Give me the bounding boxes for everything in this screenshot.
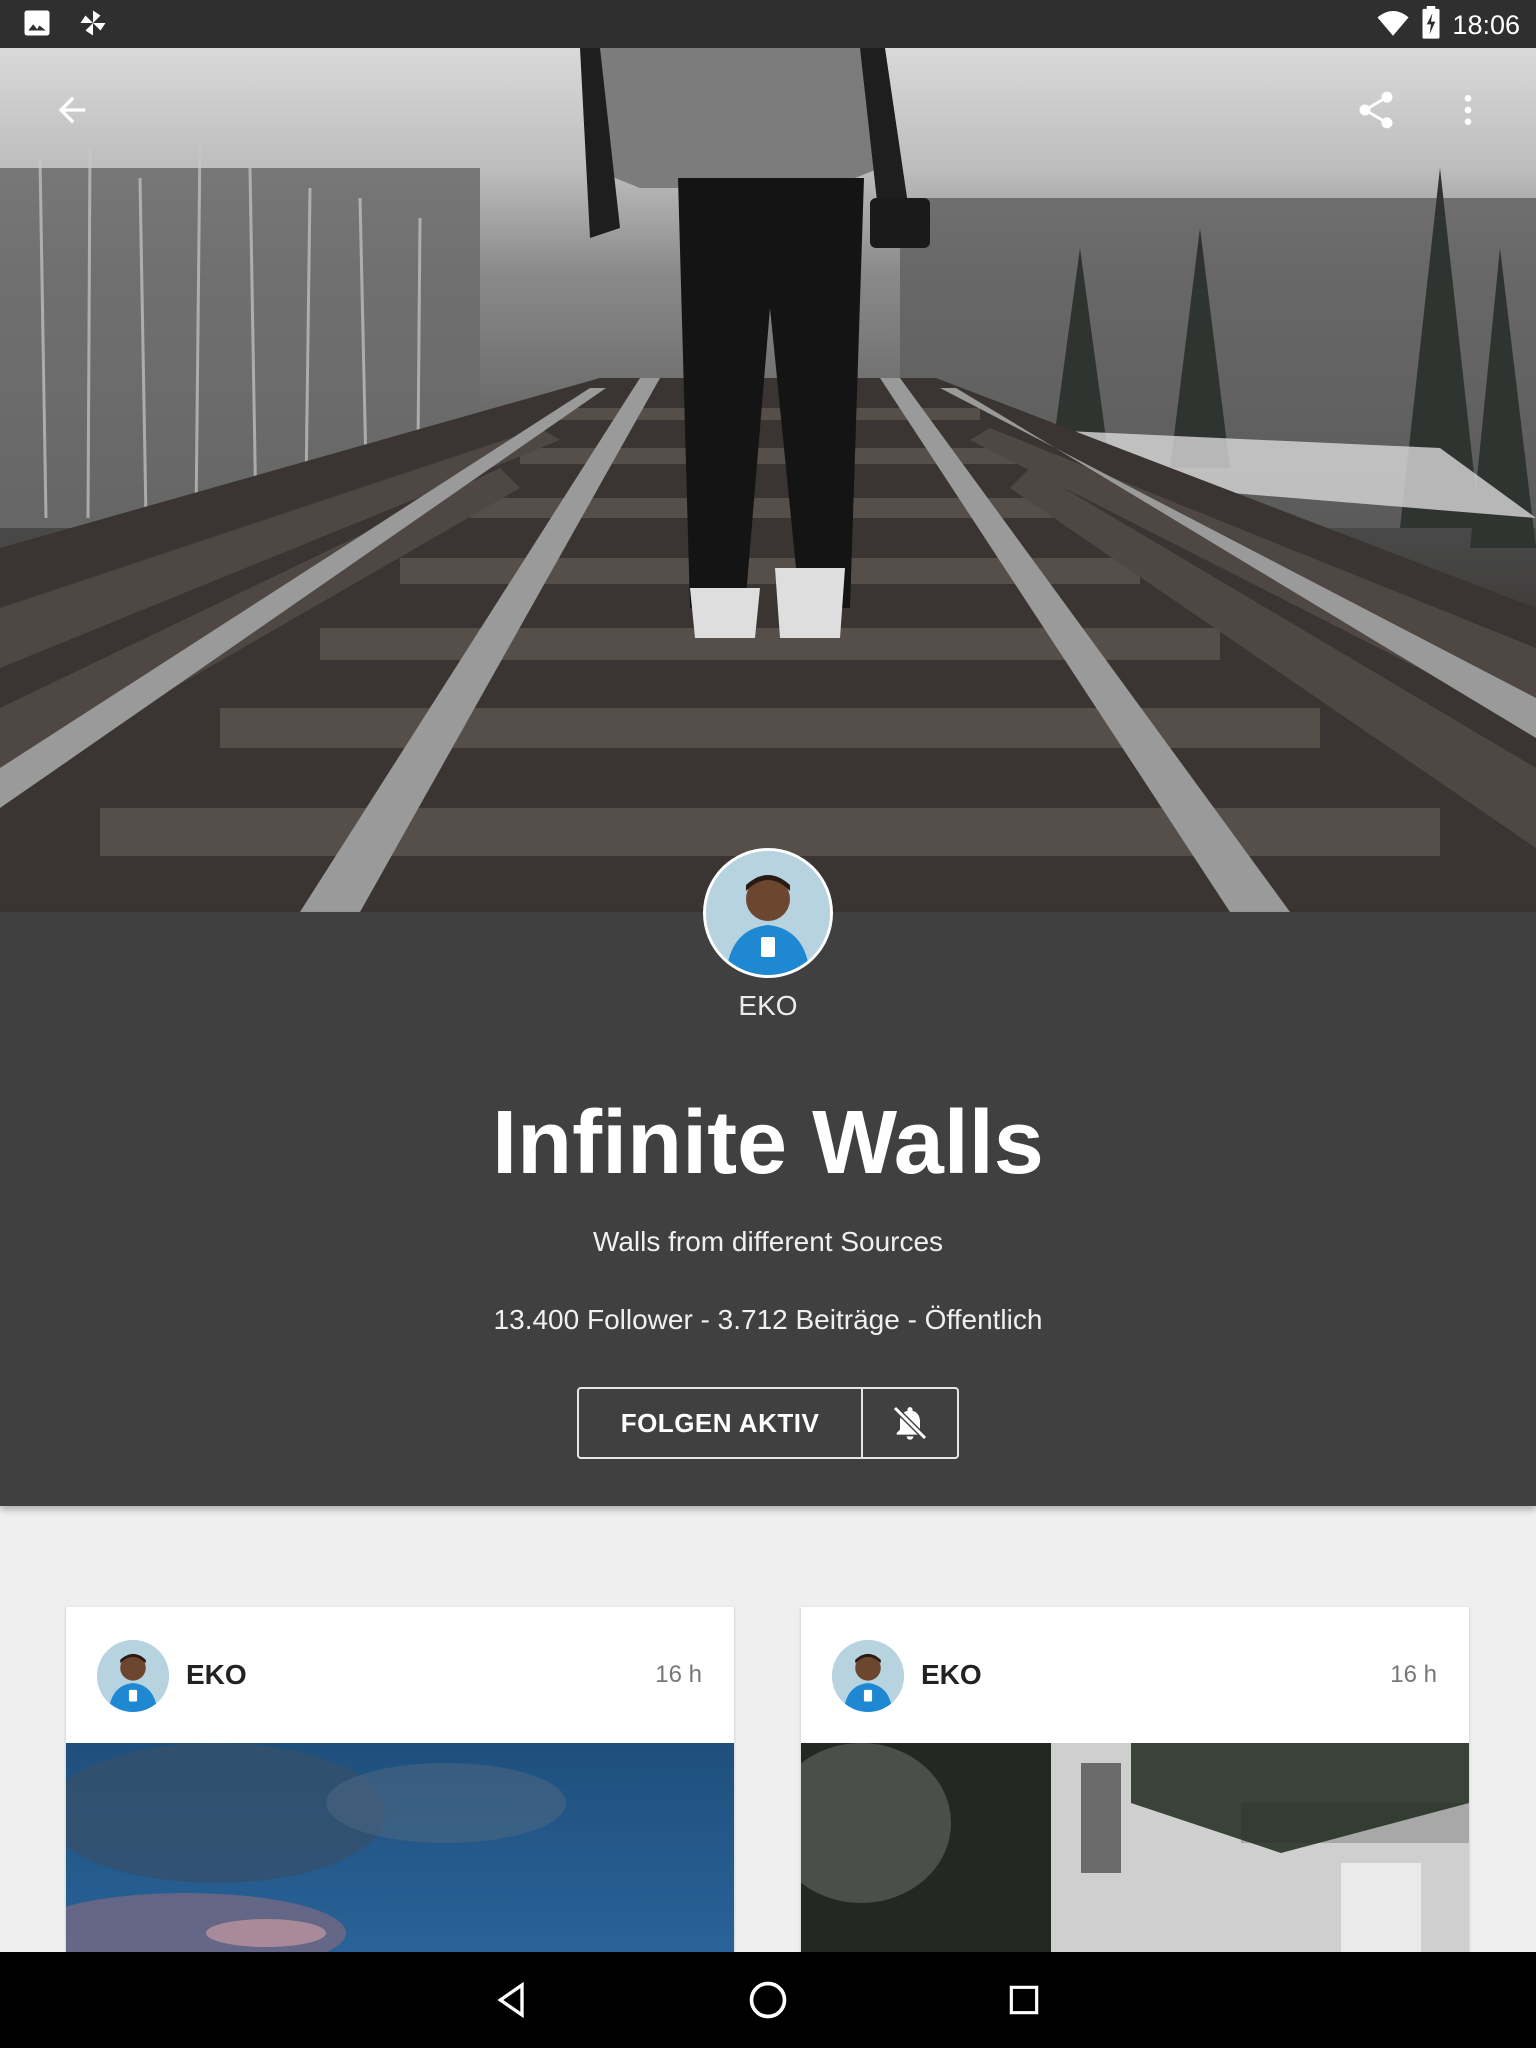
follow-button-group: FOLGEN AKTIV (577, 1387, 959, 1459)
cover-image (0, 48, 1536, 912)
screen: 18:06 EKO Infinite Walls Walls from diff… (0, 0, 1536, 2048)
navigation-bar (0, 1952, 1536, 2048)
avatar[interactable] (97, 1640, 169, 1712)
avatar[interactable] (832, 1640, 904, 1712)
wifi-icon (1376, 6, 1410, 45)
post-time: 16 h (1390, 1661, 1437, 1688)
toolbar (0, 48, 1536, 176)
owner-name[interactable]: EKO (0, 990, 1536, 1022)
share-icon[interactable] (1344, 78, 1408, 142)
back-triangle-icon[interactable] (482, 1970, 542, 2030)
follow-button[interactable]: FOLGEN AKTIV (579, 1389, 863, 1457)
clock: 18:06 (1452, 10, 1520, 40)
owner-avatar[interactable] (703, 848, 833, 978)
pinwheel-notification-icon (78, 8, 108, 43)
notifications-off-icon[interactable] (863, 1389, 957, 1457)
status-bar: 18:06 (0, 0, 1536, 48)
battery-charging-icon (1420, 6, 1442, 45)
collection-title: Infinite Walls (492, 1093, 1044, 1193)
home-circle-icon[interactable] (738, 1970, 798, 2030)
collection-stats: 13.400 Follower - 3.712 Beiträge - Öffen… (493, 1304, 1043, 1335)
more-vert-icon[interactable] (1436, 78, 1500, 142)
recents-square-icon[interactable] (994, 1970, 1054, 2030)
collection-subtitle: Walls from different Sources (592, 1226, 944, 1257)
post-time: 16 h (655, 1661, 702, 1688)
arrow-back-icon[interactable] (40, 78, 104, 142)
post-author[interactable]: EKO (921, 1659, 982, 1691)
image-notification-icon (22, 8, 52, 43)
post-author[interactable]: EKO (186, 1659, 247, 1691)
